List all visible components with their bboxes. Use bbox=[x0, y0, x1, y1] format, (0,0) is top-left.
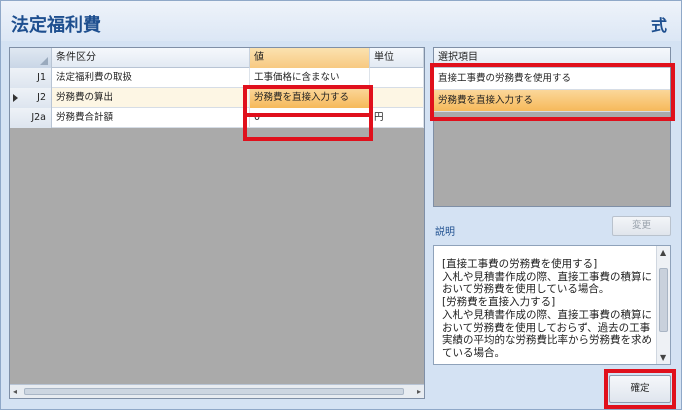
table-row-selected[interactable]: J2 労務費の算出 労務費を直接入力する bbox=[10, 88, 424, 108]
confirm-button[interactable]: 確定 bbox=[609, 375, 671, 403]
row-name: 法定福利費の取扱 bbox=[52, 68, 250, 88]
change-button[interactable]: 変更 bbox=[612, 216, 671, 236]
row-header: J2 bbox=[10, 88, 52, 108]
row-id: J1 bbox=[10, 68, 52, 88]
row-unit bbox=[370, 68, 424, 88]
explanation-label: 説明 bbox=[435, 227, 455, 238]
dialog-window: 法定福利費 式 条件区分 値 単位 J1 法定福利費の取扱 工事価格に含まない … bbox=[0, 0, 682, 410]
selection-list: 選択項目 直接工事費の労務費を使用する 労務費を直接入力する bbox=[433, 47, 671, 207]
vertical-scrollbar[interactable]: ▲ ▼ bbox=[656, 246, 670, 364]
row-name: 労務費の算出 bbox=[52, 88, 250, 108]
explanation-box: [直接工事費の労務費を使用する] 入札や見積書作成の際、直接工事費の積算において労… bbox=[433, 245, 671, 365]
grid-corner[interactable] bbox=[10, 48, 52, 68]
condition-grid: 条件区分 値 単位 J1 法定福利費の取扱 工事価格に含まない J2 労務費の算… bbox=[9, 47, 425, 399]
scroll-right-icon[interactable]: ▸ bbox=[417, 387, 421, 396]
explanation-text: [直接工事費の労務費を使用する] 入札や見積書作成の際、直接工事費の積算において労… bbox=[442, 258, 652, 359]
column-header-condition[interactable]: 条件区分 bbox=[52, 48, 250, 68]
row-id: J2a bbox=[10, 108, 52, 128]
column-header-unit[interactable]: 単位 bbox=[370, 48, 424, 68]
horizontal-scrollbar[interactable]: ◂ ▸ bbox=[10, 384, 424, 398]
scroll-down-icon[interactable]: ▼ bbox=[660, 353, 666, 362]
table-row[interactable]: J2a 労務費合計額 0 円 bbox=[10, 108, 424, 128]
selection-header: 選択項目 bbox=[434, 48, 670, 68]
formula-label: 式 bbox=[650, 16, 667, 35]
selection-item-active[interactable]: 労務費を直接入力する bbox=[434, 90, 670, 112]
row-name: 労務費合計額 bbox=[52, 108, 250, 128]
row-value-input[interactable]: 0 bbox=[250, 108, 370, 128]
grid-header: 条件区分 値 単位 bbox=[10, 48, 424, 68]
scroll-up-icon[interactable]: ▲ bbox=[660, 248, 666, 257]
current-row-arrow-icon bbox=[13, 94, 18, 102]
row-unit bbox=[370, 88, 424, 108]
row-id: J2 bbox=[37, 92, 46, 103]
row-value[interactable]: 工事価格に含まない bbox=[250, 68, 370, 88]
window-title: 法定福利費 bbox=[11, 15, 101, 36]
column-header-value[interactable]: 値 bbox=[250, 48, 370, 68]
title-bar: 法定福利費 式 bbox=[1, 1, 681, 41]
scroll-left-icon[interactable]: ◂ bbox=[13, 387, 17, 396]
selection-item[interactable]: 直接工事費の労務費を使用する bbox=[434, 68, 670, 90]
row-unit: 円 bbox=[370, 108, 424, 128]
row-value-selected[interactable]: 労務費を直接入力する bbox=[250, 88, 370, 108]
scroll-thumb[interactable] bbox=[24, 388, 404, 395]
scroll-thumb[interactable] bbox=[659, 268, 668, 332]
table-row[interactable]: J1 法定福利費の取扱 工事価格に含まない bbox=[10, 68, 424, 88]
